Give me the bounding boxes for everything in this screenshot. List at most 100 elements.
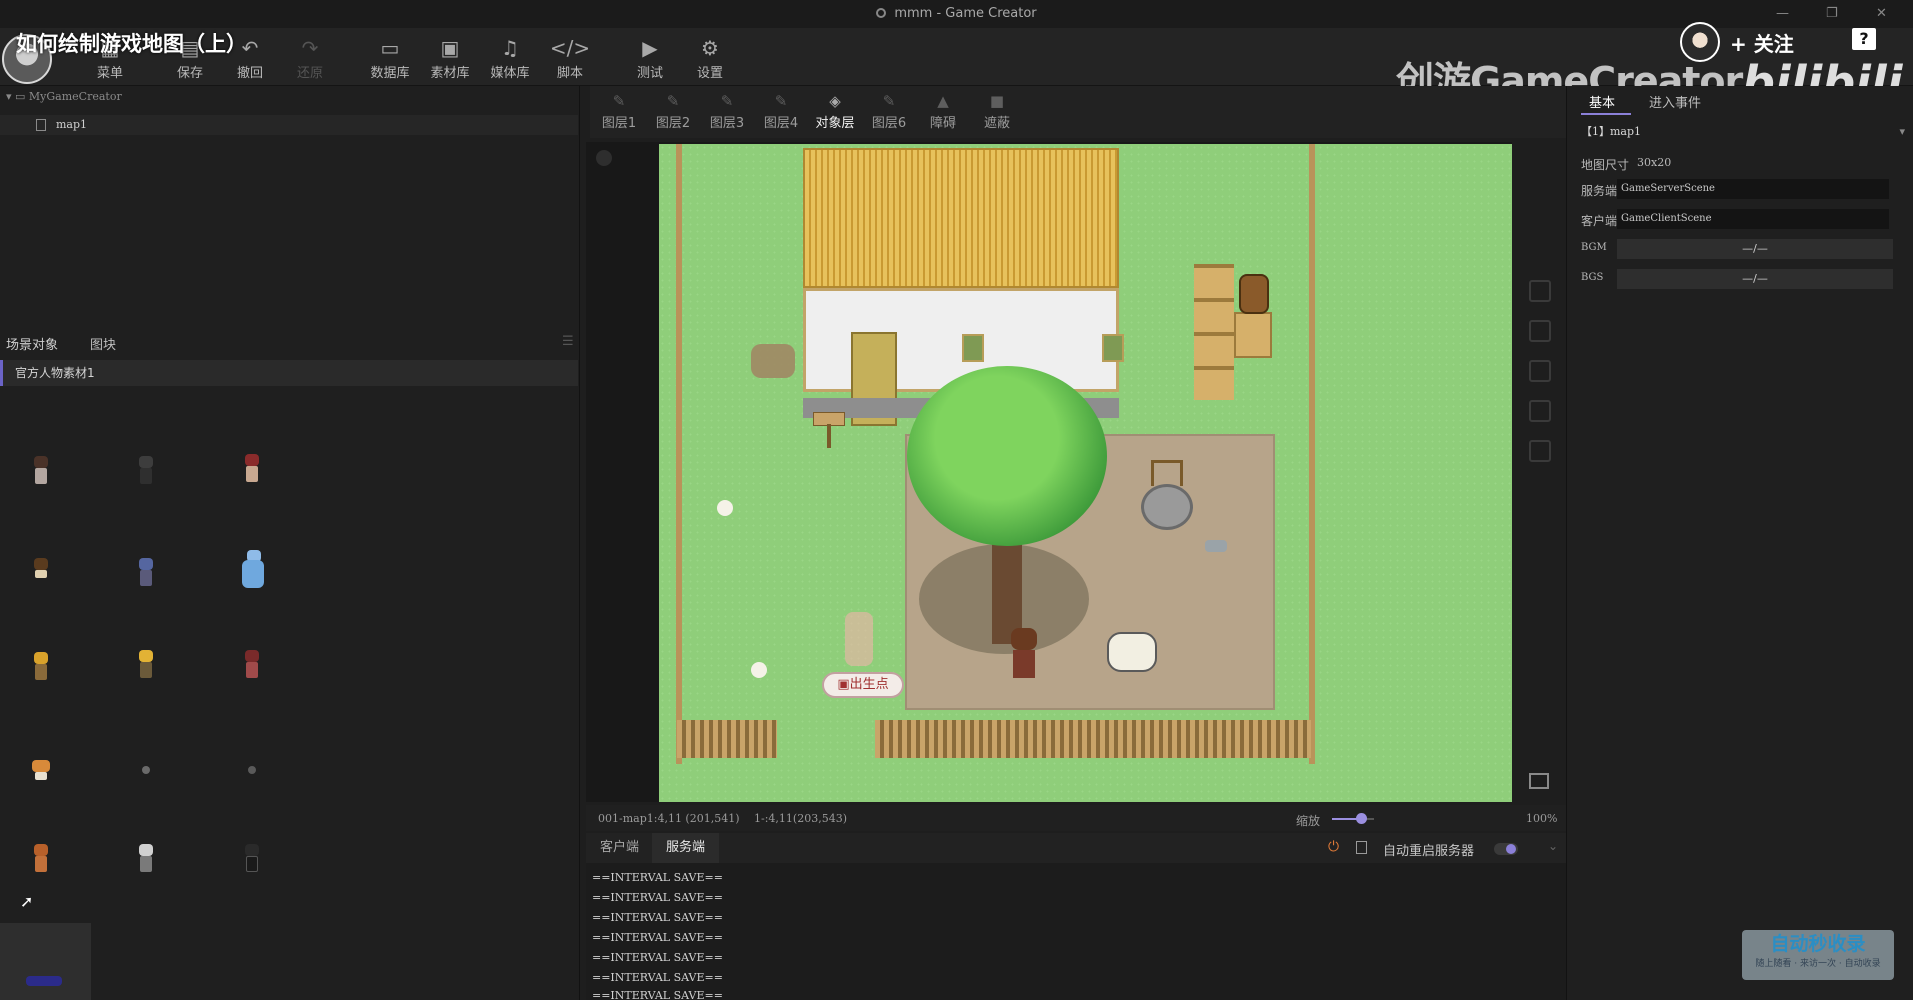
tab-cover[interactable]: ■ 遮蔽 [972,92,1022,134]
log-file-icon[interactable] [1356,841,1367,854]
object-icon: ◈ [829,92,841,110]
sprite-thumb[interactable] [24,974,64,988]
sprite-thumb[interactable] [29,842,53,876]
sheep-npc[interactable] [1107,632,1157,672]
bgs-label: BGS [1581,272,1604,283]
triangle-icon: ▲ [937,92,949,110]
signpost-pole [827,424,831,448]
tab-basic[interactable]: 基本 [1589,92,1615,111]
tab-layer-1[interactable]: ✎ 图层1 [594,92,644,134]
rectangle-tool-icon[interactable] [1529,320,1551,342]
client-scene-field[interactable]: GameClientScene [1617,209,1889,229]
properties-panel: 基本 进入事件 【1】map1 ▾ 地图尺寸 30x20 服务端 GameServ… [1566,86,1913,1000]
panel-menu-icon[interactable]: ☰ [562,334,574,349]
client-label: 客户端 [1581,214,1618,228]
play-icon: ▶ [642,36,658,60]
auto-restart-label: 自动重启服务器 [1382,844,1474,859]
pencil-icon: ✎ [612,92,626,110]
project-root[interactable]: ▾ ▭ MyGameCreator [6,90,122,103]
database-button[interactable]: ▭ 数据库 [362,34,418,82]
sprite-thumb[interactable] [134,648,158,682]
chevron-down-icon[interactable]: ⌄ [1548,839,1558,853]
square-icon: ■ [989,92,1005,110]
tab-scene-objects[interactable]: 场景对象 [6,334,58,353]
bgm-selector[interactable]: —/— [1617,239,1893,259]
console-tabs: 客户端 服务端 ⏻ 自动重启服务器 ⌄ [586,833,1566,863]
close-button[interactable]: ✕ [1876,6,1887,21]
server-scene-field[interactable]: GameServerScene [1617,179,1889,199]
window-title: mmm - Game Creator [0,6,1913,21]
dog-npc[interactable] [751,344,795,378]
sprite-thumb[interactable] [134,842,158,876]
log-line: ==INTERVAL SAVE== [592,951,723,964]
app-logo-icon [876,8,887,18]
tab-layer-2[interactable]: ✎ 图层2 [648,92,698,134]
tab-client-console[interactable]: 客户端 [586,833,653,863]
bgs-selector[interactable]: —/— [1617,269,1893,289]
assets-button[interactable]: ▣ 素材库 [422,34,478,82]
minimap-icon[interactable] [1529,773,1549,789]
eraser-tool-icon[interactable] [1529,400,1551,422]
cursor-info: 001-map1:4,11 (201,541) [598,812,740,825]
house-roof [803,148,1119,288]
tree-item-map1[interactable]: map1 [0,115,578,135]
media-button[interactable]: ♫ 媒体库 [482,34,538,82]
sprite-thumb[interactable] [29,758,53,792]
tab-obstacle[interactable]: ▲ 障碍 [918,92,968,134]
music-icon: ♫ [501,36,519,60]
spawn-point-marker[interactable]: ▣出生点 [822,672,904,698]
tab-object-layer[interactable]: ◈ 对象层 [810,92,860,134]
maximize-button[interactable]: ❐ [1826,6,1838,21]
power-icon[interactable]: ⏻ [1328,839,1339,855]
stone-well [1141,484,1193,530]
sprite-thumb[interactable] [240,764,264,798]
map-select[interactable]: 【1】map1 ▾ [1581,122,1907,142]
pencil-tool-icon[interactable] [1529,280,1551,302]
sprite-thumb[interactable] [134,764,158,798]
sprite-thumb[interactable] [240,452,264,486]
map-viewport[interactable]: ▣出生点 [659,144,1512,802]
sprite-thumb[interactable] [29,556,53,590]
follow-label[interactable]: + 关注 [1730,28,1794,57]
database-icon: ▭ [380,36,400,60]
tab-server-console[interactable]: 服务端 [652,833,720,863]
script-button[interactable]: </> 脚本 [542,34,598,82]
tab-layer-6[interactable]: ✎ 图层6 [864,92,914,134]
tab-layer-3[interactable]: ✎ 图层3 [702,92,752,134]
tab-layer-4[interactable]: ✎ 图层4 [756,92,806,134]
zoom-slider[interactable] [1332,813,1374,824]
sprite-thumb[interactable] [238,548,268,592]
map-size-label: 地图尺寸 [1581,158,1630,172]
toggle-knob [1506,844,1516,854]
corner-watermark: 自动秒收录 随上随看 · 来访一次 · 自动收录 [1742,930,1894,980]
minimize-button[interactable]: — [1776,6,1789,21]
sprite-thumb[interactable] [240,648,264,682]
log-line: ==INTERVAL SAVE== [592,971,723,984]
window-titlebar: mmm - Game Creator — ❐ ✕ [0,0,1913,28]
sprite-thumb[interactable] [134,454,158,488]
player-character[interactable] [1007,628,1041,682]
fill-tool-icon[interactable] [1529,360,1551,382]
redo-icon: ↷ [301,36,319,60]
settings-button[interactable]: ⚙ 设置 [682,34,738,82]
chicken-npc[interactable] [717,500,733,516]
chicken-npc[interactable] [751,662,767,678]
tab-enter-event[interactable]: 进入事件 [1649,92,1701,111]
object-group-header[interactable]: 官方人物素材1 [0,360,578,386]
select-tool-icon[interactable] [1529,440,1551,462]
sprite-thumb[interactable] [29,650,53,684]
sprite-thumb[interactable] [134,556,158,590]
follow-widget[interactable]: + 关注 [1680,22,1794,62]
sprite-thumb[interactable] [240,842,264,876]
redo-button[interactable]: ↷ 还原 [282,34,338,82]
zoom-slider-knob[interactable] [1356,813,1368,824]
assets-icon: ▣ [440,36,460,60]
pencil-icon: ✎ [720,92,734,110]
help-icon[interactable]: ? [1852,28,1876,50]
tab-tiles[interactable]: 图块 [90,334,116,353]
log-line: ==INTERVAL SAVE== [592,911,723,924]
test-button[interactable]: ▶ 测试 [622,34,678,82]
auto-restart-toggle[interactable] [1494,843,1518,855]
fence-left [676,144,682,764]
sprite-thumb[interactable] [29,454,53,488]
